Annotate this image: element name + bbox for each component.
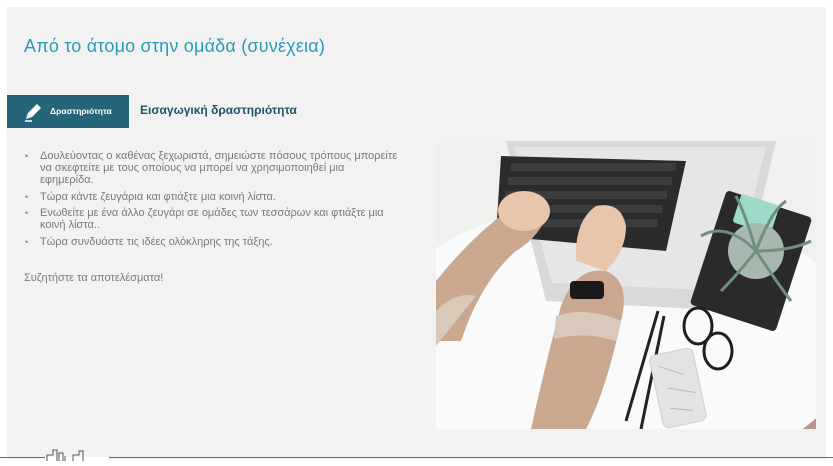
section-title: Εισαγωγική δραστηριότητα — [140, 103, 297, 117]
laptop-photo — [436, 141, 816, 429]
footer-divider — [0, 457, 833, 458]
list-item: Τώρα συνδυάστε τις ιδέες ολόκληρης της τ… — [24, 236, 399, 248]
activity-banner: Δραστηριότητα — [7, 95, 129, 128]
list-item: Τώρα κάντε ζευγάρια και φτιάξτε μια κοιν… — [24, 191, 399, 203]
bullet-list: Δουλεύοντας ο καθένας ξεχωριστά, σημειώσ… — [24, 150, 399, 252]
slide: Από το άτομο στην ομάδα (συνέχεια) Δραστ… — [7, 7, 826, 459]
slide-title: Από το άτομο στην ομάδα (συνέχεια) — [24, 36, 326, 56]
banner-label: Δραστηριότητα — [50, 106, 112, 116]
closing-text: Συζητήστε τα αποτελέσματα! — [24, 272, 164, 284]
logo-icon — [45, 449, 109, 461]
list-item: Δουλεύοντας ο καθένας ξεχωριστά, σημειώσ… — [24, 150, 399, 186]
pencil-icon — [25, 104, 41, 122]
list-item: Ενωθείτε με ένα άλλο ζευγάρι σε ομάδες τ… — [24, 207, 399, 231]
